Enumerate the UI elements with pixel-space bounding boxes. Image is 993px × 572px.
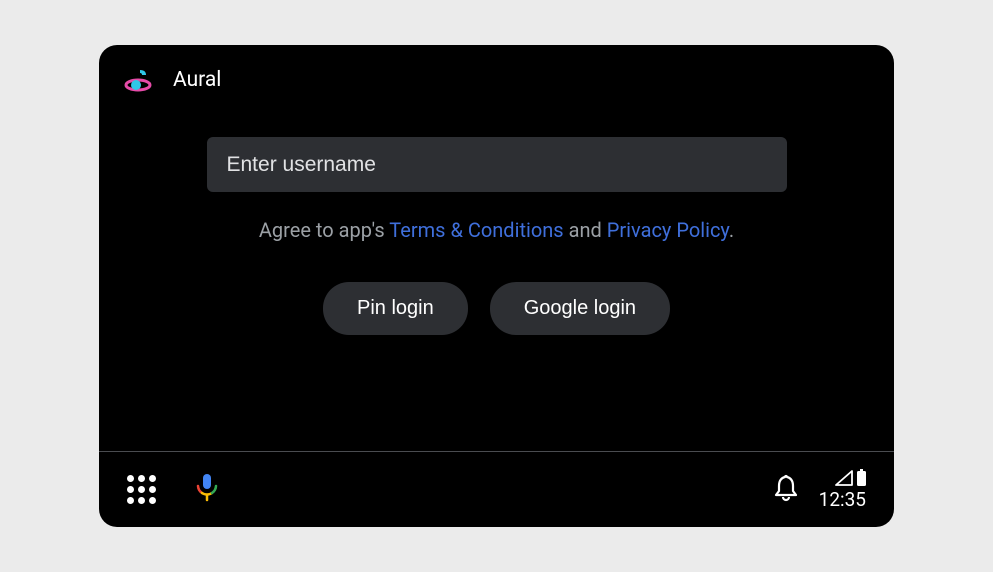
nav-left [127, 473, 218, 507]
apps-grid-icon[interactable] [127, 475, 156, 504]
status-icons [835, 469, 866, 486]
app-logo-icon [123, 65, 153, 95]
agreement-suffix: . [729, 218, 734, 242]
nav-bar: 12:35 [99, 452, 894, 527]
app-header: Aural [99, 45, 894, 99]
agreement-prefix: Agree to app's [259, 218, 389, 242]
pin-login-button[interactable]: Pin login [323, 282, 468, 335]
battery-icon [857, 469, 866, 486]
privacy-link[interactable]: Privacy Policy [607, 218, 729, 242]
bell-icon[interactable] [773, 474, 799, 506]
terms-link[interactable]: Terms & Conditions [389, 218, 563, 242]
agreement-text: Agree to app's Terms & Conditions and Pr… [259, 218, 734, 242]
clock: 12:35 [819, 488, 866, 511]
device-frame: Aural Agree to app's Terms & Conditions … [99, 45, 894, 527]
main-content: Agree to app's Terms & Conditions and Pr… [99, 99, 894, 451]
agreement-middle: and [564, 218, 607, 242]
signal-icon [835, 470, 853, 486]
mic-icon[interactable] [196, 473, 218, 507]
nav-right: 12:35 [773, 469, 866, 511]
status-stack: 12:35 [819, 469, 866, 511]
login-button-row: Pin login Google login [323, 282, 670, 335]
google-login-button[interactable]: Google login [490, 282, 670, 335]
username-input[interactable] [207, 137, 787, 192]
app-title: Aural [173, 68, 221, 92]
